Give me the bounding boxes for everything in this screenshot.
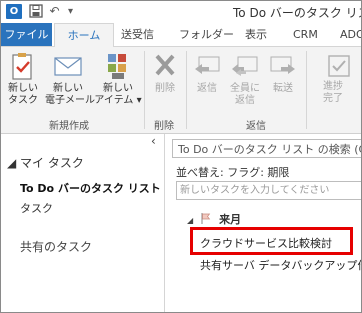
collapse-pane-chevron-icon[interactable]: ‹ (151, 134, 156, 148)
group-header-next-month[interactable]: ◢ 来月 (187, 211, 241, 227)
new-items-icon (102, 51, 134, 81)
group-separator (144, 51, 145, 129)
tab-crm[interactable]: CRM (293, 23, 318, 46)
task-clipboard-icon (7, 51, 39, 81)
new-email-button[interactable]: 新しい 電子メール (45, 51, 95, 107)
sidebar-item-tasks[interactable]: タスク (20, 200, 53, 216)
tab-addins[interactable]: ADO (340, 23, 361, 46)
progress-complete-label: 進捗 完了 (323, 81, 343, 104)
outlook-window: O ↶ ▾ To Do バーのタスク リスト ファイル ホーム 送受信 フォルダ… (0, 0, 362, 313)
reply-label: 返信 (197, 83, 217, 94)
quick-access-dropdown-icon[interactable]: ▾ (63, 4, 78, 19)
new-items-button[interactable]: 新しい アイテム ▾ (94, 51, 142, 107)
save-icon[interactable] (28, 4, 43, 19)
undo-icon[interactable]: ↶ (47, 4, 62, 19)
envelope-icon (52, 51, 84, 81)
reply-all-button[interactable]: 全員に 返信 (227, 51, 263, 107)
delete-button[interactable]: 削除 (148, 51, 182, 95)
new-email-label: 新しい 電子メール (45, 83, 95, 106)
group-separator (186, 51, 187, 129)
tab-file[interactable]: ファイル (1, 23, 52, 46)
task-item[interactable]: 共有サーバ データバックアップ作業 (200, 257, 361, 273)
flag-icon (201, 213, 215, 226)
new-task-button[interactable]: 新しい タスク (3, 51, 43, 107)
new-task-input[interactable]: 新しいタスクを入力してください (176, 181, 361, 200)
sort-label[interactable]: 並べ替え: フラグ: 期限 (176, 164, 289, 180)
forward-label: 転送 (273, 83, 293, 94)
shared-tasks-header[interactable]: 共有のタスク (20, 238, 92, 255)
outlook-app-icon[interactable]: O (6, 4, 22, 19)
group-separator (306, 51, 307, 129)
forward-icon (267, 51, 299, 81)
group-delete-label: 削除 (154, 121, 174, 132)
window-title: To Do バーのタスク リスト (233, 6, 361, 20)
title-bar: O ↶ ▾ To Do バーのタスク リスト (1, 1, 361, 23)
new-task-label: 新しい タスク (8, 83, 38, 106)
reply-all-icon (229, 51, 261, 81)
sidebar-item-todo-bar-task-list[interactable]: To Do バーのタスク リスト (20, 180, 161, 196)
group-new-label: 新規作成 (49, 121, 89, 132)
my-tasks-header[interactable]: ◢ マイ タスク (7, 154, 84, 171)
delete-label: 削除 (155, 83, 175, 94)
ribbon-tabs: ファイル ホーム 送受信 フォルダー 表示 CRM ADO (1, 23, 361, 48)
group-label: 来月 (219, 213, 242, 226)
tab-send-receive[interactable]: 送受信 (121, 23, 154, 46)
ribbon: 新しい タスク 新しい 電子メール 新しい アイテム ▾ 新規作成 削除 削除 (1, 47, 361, 134)
reply-button[interactable]: 返信 (190, 51, 224, 95)
progress-check-icon (323, 51, 355, 81)
tab-folder[interactable]: フォルダー (179, 23, 234, 46)
highlight-annotation-box (190, 227, 353, 255)
group-respond-label: 返信 (246, 121, 266, 132)
progress-complete-button[interactable]: 進捗 完了 (323, 51, 359, 105)
tab-view[interactable]: 表示 (245, 23, 267, 46)
forward-button[interactable]: 転送 (266, 51, 300, 95)
expand-triangle-icon: ◢ (187, 216, 194, 225)
search-input[interactable]: To Do バーのタスク リスト の検索 (Ctrl (172, 139, 361, 158)
task-navigation-pane: ‹ ◢ マイ タスク To Do バーのタスク リスト タスク 共有のタスク (1, 134, 165, 312)
reply-icon (191, 51, 223, 81)
tab-home[interactable]: ホーム (54, 23, 114, 48)
reply-all-label: 全員に 返信 (230, 83, 260, 106)
new-items-label: 新しい アイテム ▾ (94, 83, 142, 106)
delete-x-icon (149, 51, 181, 81)
